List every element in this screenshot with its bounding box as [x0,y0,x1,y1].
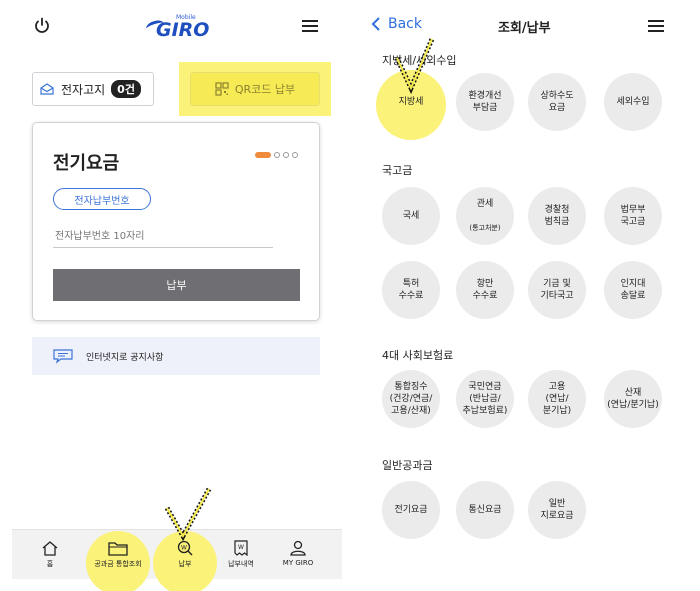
notice-bar[interactable]: 인터넷지로 공지사항 [32,337,320,375]
e-pay-number-input[interactable] [53,226,273,248]
carousel-dot[interactable] [292,152,298,158]
nav-bill-inquiry-label: 공과금 통합조회 [94,560,142,568]
category-non-tax-revenue[interactable]: 세외수입 [604,73,662,131]
carousel-dot[interactable] [283,152,289,158]
category-environment-charge[interactable]: 환경개선 부담금 [456,73,514,131]
category-justice-treasury[interactable]: 법무부 국고금 [604,187,662,245]
section-title-national-treasury: 국고금 [382,164,413,177]
category-employment-insurance[interactable]: 고용 (연납/ 분기납) [528,370,586,428]
nav-my-giro-label: MY GIRO [282,559,314,567]
e-notice-label: 전자고지 [61,82,106,97]
back-label: Back [388,16,422,32]
qr-pay-button[interactable]: QR코드 납부 [190,72,320,106]
folder-icon [108,542,128,556]
payment-card: 전기요금 전자납부번호 납부 [32,122,320,321]
category-patent-fee[interactable]: 특허 수수료 [382,261,440,319]
checkmark-annotation-icon [164,487,212,542]
category-police-fine[interactable]: 경찰청 범칙금 [528,187,586,245]
section-title-social-insurance: 4대 사회보험료 [382,349,454,362]
carousel-dots[interactable] [255,152,298,158]
speech-bubble-icon [53,349,73,364]
category-customs[interactable]: 관세 (통고처분) [456,187,514,245]
giro-logo: Mobile GIRO [144,14,210,41]
qr-pay-label: QR코드 납부 [234,83,296,96]
category-national-pension[interactable]: 국민연금 (반납금/ 추납보험료) [456,370,514,428]
category-water-fee[interactable]: 상하수도 요금 [528,73,586,131]
user-icon [290,540,306,556]
nav-home[interactable]: 홈 [18,530,82,580]
receipt-icon: W [234,540,248,556]
left-screen: Mobile GIRO 전자고지 0건 QR코드 납부 전기요금 전자납부번호 [0,0,346,591]
category-port-fee[interactable]: 항만 수수료 [456,261,514,319]
category-electricity[interactable]: 전기요금 [382,481,440,539]
nav-my-giro[interactable]: MY GIRO [266,530,330,580]
nav-pay-label: 납부 [178,560,192,568]
pay-button[interactable]: 납부 [53,269,300,301]
qr-code-icon [215,82,229,96]
nav-history-label: 납부내역 [228,560,254,568]
e-pay-number-button[interactable]: 전자납부번호 [53,188,151,210]
category-industrial-accident[interactable]: 산재 (연납/분기납) [604,370,662,428]
page-title: 조회/납부 [498,21,551,36]
nav-home-label: 홈 [46,560,54,568]
category-integrated-collection[interactable]: 통합징수 (건강/연금/ 고용/산재) [382,370,440,428]
category-telecom[interactable]: 통신요금 [456,481,514,539]
customs-sub-label: (통고처분) [469,224,501,232]
svg-text:W: W [238,544,244,551]
power-icon[interactable] [32,16,52,36]
section-title-general-utilities: 일반공과금 [382,459,433,472]
menu-icon[interactable] [648,20,664,33]
carousel-dot-active[interactable] [255,152,271,158]
carousel-dot[interactable] [274,152,280,158]
nav-history[interactable]: W 납부내역 [209,530,273,580]
right-screen: Back 조회/납부 지방세/세외수입 지방세 환경개선 부담금 상하수도 요금… [358,0,700,591]
chevron-left-icon [371,17,380,31]
category-stamp-delivery[interactable]: 인지대 송달료 [604,261,662,319]
back-button[interactable]: Back [370,16,422,32]
home-icon [42,541,58,556]
menu-icon[interactable] [302,20,318,33]
category-general-giro[interactable]: 일반 지로요금 [528,481,586,539]
e-notice-count-badge: 0건 [111,80,141,98]
customs-label: 관세 [476,199,494,209]
card-title: 전기요금 [53,153,120,174]
nav-bill-inquiry[interactable]: 공과금 통합조회 [86,530,150,580]
checkmark-annotation-icon [394,38,435,95]
notice-label: 인터넷지로 공지사항 [86,352,164,363]
logo-brand-text: GIRO [156,19,210,41]
category-national-tax[interactable]: 국세 [382,187,440,245]
e-notice-button[interactable]: 전자고지 0건 [32,72,154,106]
category-fund-etc[interactable]: 기금 및 기타국고 [528,261,586,319]
notice-envelope-icon [40,83,54,95]
